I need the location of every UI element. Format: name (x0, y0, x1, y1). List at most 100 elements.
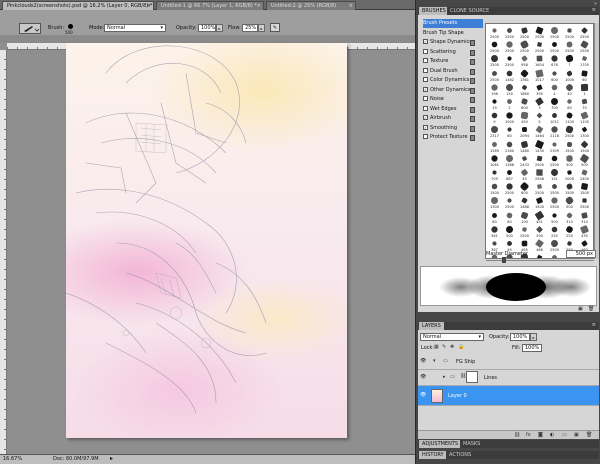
visibility-eye-icon[interactable]: 👁 (420, 374, 427, 380)
new-layer-icon[interactable]: ▣ (574, 432, 584, 438)
brush-preset-item[interactable]: 2309 (548, 140, 561, 154)
brush-preset-item[interactable]: 600 (518, 97, 531, 111)
lock-icon[interactable] (470, 135, 475, 141)
brush-preset-item[interactable]: 2500 (563, 125, 576, 139)
brush-preset-item[interactable]: 40 (563, 82, 576, 97)
document-canvas[interactable] (66, 43, 347, 438)
lock-icon[interactable] (470, 49, 475, 56)
lock-icon[interactable] (470, 59, 475, 65)
dock-collapse-icon[interactable]: » (594, 1, 599, 7)
brush-preset-item[interactable]: 1388 (503, 153, 516, 168)
brush-preset-item[interactable]: 1061 (488, 154, 501, 168)
brush-preset-item[interactable]: 1860 (518, 83, 531, 97)
lock-icon[interactable] (470, 106, 475, 113)
lock-icon[interactable] (470, 40, 475, 46)
checkbox[interactable]: ✓ (423, 39, 428, 44)
brush-preset-item[interactable]: 2500 (578, 26, 591, 40)
brush-preset-item[interactable]: 1500 (578, 182, 591, 196)
brush-preset-item[interactable]: 2500 (563, 26, 576, 40)
link-layers-icon[interactable]: ⛓ (514, 432, 524, 438)
brush-preset-item[interactable]: 361 (488, 225, 501, 239)
tab-adjustments[interactable]: ADJUSTMENTS (419, 440, 462, 448)
close-icon[interactable]: × (257, 3, 261, 9)
brush-preset-item[interactable]: 2 (503, 97, 516, 111)
layer-opacity-field[interactable]: 100% (510, 333, 530, 341)
brush-preset-item[interactable]: 2500 (578, 196, 591, 210)
brush-preset-item[interactable]: 2500 (548, 25, 561, 40)
brush-preset-item[interactable]: 90 (548, 253, 561, 258)
flow-slider-toggle[interactable]: ▸ (258, 24, 265, 32)
brush-preset-item[interactable]: 80 (488, 211, 501, 225)
layer-row-fg-ship[interactable]: 👁 ▾ ▭ FG Ship (418, 354, 599, 370)
brush-preset-item[interactable]: 500 (563, 154, 576, 168)
brush-preset-item[interactable]: 4 (548, 83, 561, 97)
mode-select[interactable]: Normal ▾ (104, 24, 166, 32)
brush-preset-item[interactable]: 5 (533, 111, 546, 125)
brush-preset-item[interactable]: 80 (533, 253, 546, 258)
brush-preset-item[interactable]: 2500 (488, 40, 501, 54)
brush-preset-item[interactable]: 1361 (518, 68, 531, 83)
brush-preset-item[interactable]: 1482 (503, 69, 516, 83)
opacity-slider-toggle[interactable]: ▸ (216, 24, 223, 32)
brush-preset-item[interactable]: 2317 (488, 125, 501, 139)
brush-preset-item[interactable]: 867 (503, 168, 516, 182)
brush-preset-item[interactable]: 2500 (503, 182, 516, 196)
brush-preset-item[interactable]: 1 (578, 83, 591, 97)
visibility-eye-icon[interactable]: 👁 (420, 358, 427, 364)
brush-preset-item[interactable]: 2118 (548, 125, 561, 139)
brush-preset-item[interactable]: 45 (518, 168, 531, 182)
brush-preset-item[interactable]: 1464 (533, 125, 546, 139)
new-group-icon[interactable]: ▭ (562, 432, 572, 438)
brush-preset-item[interactable]: 1300 (488, 195, 501, 210)
checkbox[interactable]: ✓ (423, 115, 428, 120)
brush-preset-item[interactable]: 151 (548, 167, 561, 182)
brush-preset-item[interactable]: 150 (503, 83, 516, 97)
lock-icon[interactable] (470, 116, 475, 122)
brush-preset-item[interactable]: 2500 (503, 54, 516, 68)
add-mask-icon[interactable]: ◙ (538, 432, 548, 438)
adjustment-layer-icon[interactable]: ◐ (550, 432, 560, 438)
close-icon[interactable]: × (147, 3, 151, 9)
brush-preset-item[interactable]: 290 (533, 225, 546, 239)
brush-preset-item[interactable]: 9 (488, 111, 501, 125)
layer-opacity-toggle[interactable]: ▸ (530, 333, 537, 341)
delete-brush-icon[interactable]: 🗑 (588, 306, 598, 312)
brush-preset-item[interactable]: 2506 (533, 168, 546, 182)
lock-icon[interactable] (470, 97, 475, 103)
brush-preset-item[interactable]: 80 (503, 211, 516, 225)
checkbox[interactable]: ✓ (423, 124, 428, 130)
brush-preset-item[interactable]: 250 (563, 224, 576, 239)
brush-preset-item[interactable]: 600 (548, 69, 561, 83)
layer-mask-thumbnail[interactable] (466, 371, 478, 383)
brush-preset-item[interactable]: 958 (518, 54, 531, 68)
brush-preset-item[interactable]: 1500 (488, 182, 501, 196)
brush-preset-item[interactable]: 451 (533, 210, 546, 225)
lock-all-icon[interactable]: 🔒 (458, 344, 468, 350)
brush-preset-item[interactable]: 2000 (563, 168, 576, 182)
brush-option-item[interactable]: Brush Tip Shape (423, 29, 483, 38)
brush-preset-item[interactable]: 2400 (578, 168, 591, 182)
brush-preset-item[interactable]: 450 (518, 111, 531, 125)
brush-preset-item[interactable]: 100 (518, 211, 531, 225)
brush-preset-item[interactable]: 2500 (518, 26, 531, 40)
brush-preset-item[interactable]: 1700 (578, 54, 591, 68)
brush-preset-grid[interactable]: 2500 2500 2500 2500 2500 2500 2500 2500 2500 2500… (485, 23, 594, 259)
tab-brushes[interactable]: BRUSHES (419, 7, 449, 15)
lock-icon[interactable] (470, 125, 475, 132)
brush-preset-item[interactable]: 1500 (563, 140, 576, 154)
tab-actions[interactable]: ACTIONS (446, 451, 475, 459)
brush-preset-item[interactable]: 2500 (533, 182, 546, 196)
brush-preset-item[interactable]: 1500 (578, 140, 591, 154)
tab-history[interactable]: HISTORY (419, 451, 447, 459)
brush-preset-item[interactable]: 1500 (563, 182, 576, 196)
brush-preset-item[interactable]: 1017 (533, 68, 546, 83)
checkbox[interactable] (423, 58, 428, 63)
checkbox[interactable] (423, 48, 428, 54)
new-brush-icon[interactable]: ▣ (578, 306, 588, 312)
brush-preset-item[interactable]: 1488 (518, 196, 531, 210)
brush-preset-item[interactable]: 2500 (503, 26, 516, 40)
brush-preset-item[interactable]: 80 (503, 125, 516, 139)
checkbox[interactable] (423, 77, 428, 82)
brush-preset-item[interactable]: 1269 (488, 140, 501, 154)
brush-preset-item[interactable]: 2500 (503, 196, 516, 210)
